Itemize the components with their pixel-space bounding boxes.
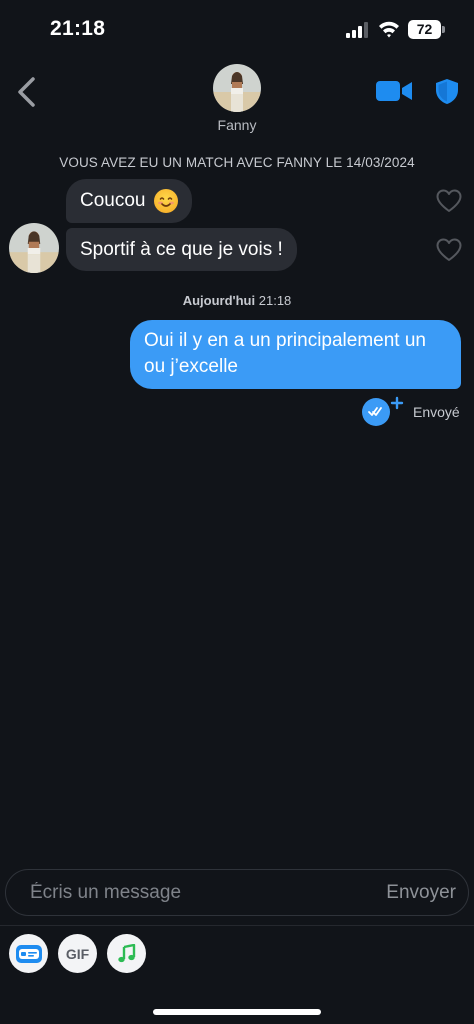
message-text: Coucou <box>80 190 146 211</box>
shield-icon[interactable] <box>435 78 459 105</box>
incoming-message[interactable]: Coucou <box>66 179 192 223</box>
gif-button[interactable]: GIF <box>58 934 97 973</box>
heart-outline-icon[interactable] <box>436 238 462 262</box>
chevron-left-icon[interactable] <box>14 76 40 108</box>
heart-outline-icon[interactable] <box>436 189 462 213</box>
music-button[interactable] <box>107 934 146 973</box>
id-card-icon <box>15 944 42 963</box>
timestamp-time: 21:18 <box>258 293 292 308</box>
music-note-icon <box>117 943 135 962</box>
signal-icon <box>346 22 368 38</box>
chat-timestamp: Aujourd'hui 21:18 <box>0 293 474 308</box>
status-bar: 21:18 72 <box>0 0 474 60</box>
divider <box>0 925 474 926</box>
message-text: Sportif à ce que je vois ! <box>80 238 283 260</box>
battery-icon: 72 <box>408 20 441 39</box>
match-banner: VOUS AVEZ EU UN MATCH AVEC FANNY LE 14/0… <box>59 155 415 170</box>
outgoing-message[interactable]: Oui il y en a un principalement un ou j’… <box>130 320 461 389</box>
avatar-photo <box>213 64 261 112</box>
send-button[interactable]: Envoyer <box>386 870 456 915</box>
avatar-photo <box>9 223 59 273</box>
message-input[interactable] <box>30 870 350 915</box>
message-composer: Envoyer <box>5 869 469 916</box>
video-camera-icon[interactable] <box>376 79 412 103</box>
contact-name[interactable]: Fanny <box>0 117 474 133</box>
message-text-line: Oui il y en a un principalement un <box>144 330 426 351</box>
double-check-plus-icon[interactable] <box>362 396 404 426</box>
message-text-line: ou j’excelle <box>144 356 238 377</box>
incoming-message[interactable]: Sportif à ce que je vois ! <box>66 228 297 271</box>
gif-label: GIF <box>65 945 90 962</box>
battery-nub <box>442 26 445 33</box>
id-card-button[interactable] <box>9 934 48 973</box>
message-status: Envoyé <box>413 404 460 420</box>
home-indicator[interactable] <box>153 1009 321 1015</box>
wifi-icon <box>379 21 399 38</box>
contact-avatar-small[interactable] <box>9 223 59 273</box>
timestamp-day: Aujourd'hui <box>182 293 256 308</box>
status-time: 21:18 <box>50 17 106 40</box>
smiling-face-emoji <box>153 189 178 213</box>
contact-avatar[interactable] <box>213 64 261 112</box>
